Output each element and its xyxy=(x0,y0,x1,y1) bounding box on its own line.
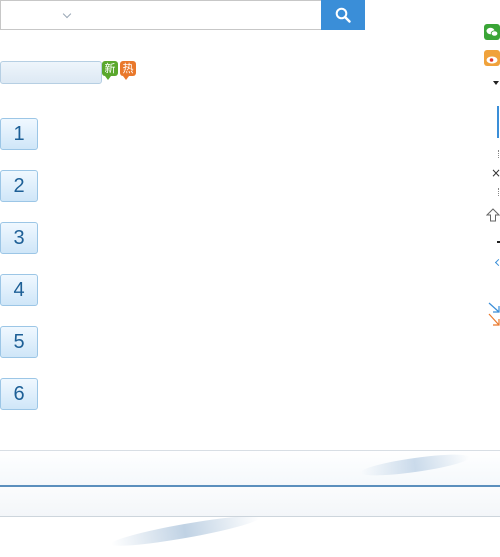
expand-arrow-icon[interactable] xyxy=(488,313,500,327)
list-item-number[interactable]: 1 xyxy=(0,118,38,150)
search-field[interactable] xyxy=(0,0,321,30)
close-icon[interactable]: × xyxy=(491,166,500,180)
search-icon xyxy=(335,7,351,23)
category-pill[interactable] xyxy=(0,61,102,84)
list-item-number[interactable]: 6 xyxy=(0,378,38,410)
decorative-swoosh xyxy=(109,511,261,551)
search-button[interactable] xyxy=(321,0,365,30)
rail-indicator xyxy=(497,106,499,138)
list-item-number[interactable]: 5 xyxy=(0,326,38,358)
new-badge: 新 xyxy=(102,61,118,80)
list-item-number[interactable]: 2 xyxy=(0,170,38,202)
hot-badge: 热 xyxy=(120,61,136,80)
weibo-icon[interactable] xyxy=(484,50,500,66)
up-arrow-icon[interactable] xyxy=(486,208,500,222)
footer-band-bottom xyxy=(0,487,500,516)
list-item-number[interactable]: 4 xyxy=(0,274,38,306)
chevron-left-icon[interactable] xyxy=(494,258,500,267)
caret-down-icon[interactable] xyxy=(493,81,499,85)
wechat-icon[interactable] xyxy=(484,24,500,40)
list-item-number[interactable]: 3 xyxy=(0,222,38,254)
collapse-arrow-icon[interactable] xyxy=(488,302,500,313)
search-input[interactable] xyxy=(5,1,69,29)
search-bar xyxy=(0,0,365,30)
